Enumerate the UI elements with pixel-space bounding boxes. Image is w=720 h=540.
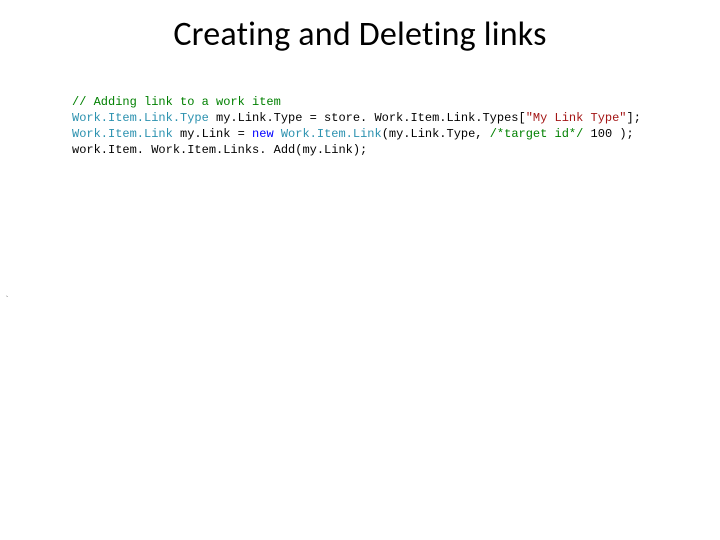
code-text: work.Item. Work.Item.Links. Add(my.Link)… [72, 143, 367, 157]
stray-backtick: ` [4, 296, 10, 307]
code-comment: // Adding link to a work item [72, 95, 281, 109]
code-type: Work.Item.Link [281, 127, 382, 141]
code-text: my.Link = [173, 127, 252, 141]
slide-title: Creating and Deleting links [0, 14, 720, 55]
code-string: "My Link Type" [526, 111, 627, 125]
code-text: 100 ); [583, 127, 633, 141]
code-block: // Adding link to a work item Work.Item.… [72, 94, 641, 158]
code-type: Work.Item.Link [72, 127, 173, 141]
code-comment: /*target id*/ [490, 127, 584, 141]
code-text [274, 127, 281, 141]
code-text: my.Link.Type = store. Work.Item.Link.Typ… [209, 111, 526, 125]
code-keyword: new [252, 127, 274, 141]
code-type: Work.Item.Link.Type [72, 111, 209, 125]
slide: Creating and Deleting links // Adding li… [0, 0, 720, 540]
code-text: (my.Link.Type, [382, 127, 490, 141]
code-text: ]; [627, 111, 641, 125]
